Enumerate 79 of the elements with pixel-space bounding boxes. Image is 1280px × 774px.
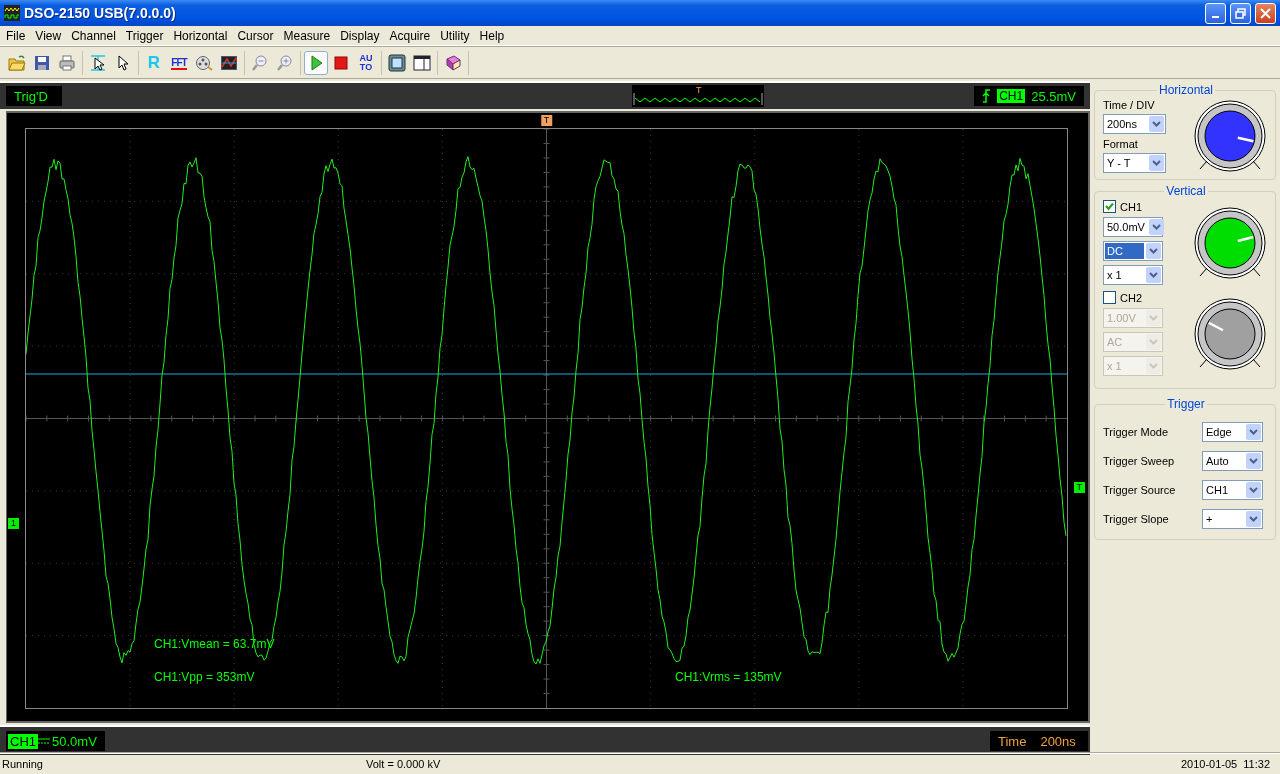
menu-item[interactable]: View	[30, 28, 67, 43]
floppy-icon	[33, 54, 51, 72]
dropdown-field[interactable]: x 1	[1103, 265, 1163, 285]
minimize-button[interactable]	[1205, 2, 1226, 24]
rising-edge-icon	[982, 88, 992, 104]
channel-tag: CH1	[997, 89, 1026, 103]
group-title: Vertical	[1165, 184, 1207, 198]
field-label: Trigger Source	[1103, 483, 1176, 496]
cursor-icon	[89, 54, 107, 72]
film-reel-icon	[195, 54, 213, 72]
menu-item[interactable]: Horizontal	[168, 28, 233, 43]
volts-per-div: 50.0mV	[52, 733, 97, 749]
dropdown-field[interactable]: 50.0mV	[1103, 217, 1163, 237]
field-label: Time / DIV	[1103, 99, 1156, 111]
letter-icon: R	[147, 53, 161, 73]
checkmark-icon	[1105, 202, 1114, 211]
app-icon	[4, 5, 20, 21]
position-marker[interactable]: T	[1073, 482, 1085, 493]
stop-icon	[332, 54, 350, 72]
menu-item[interactable]: Channel	[66, 28, 121, 43]
trigger-level: 25.5mV	[1031, 88, 1076, 104]
book-icon	[444, 54, 462, 72]
folder-icon	[8, 54, 26, 72]
chart-icon	[220, 54, 238, 72]
menu-item[interactable]: File	[1, 28, 31, 43]
dropdown-field[interactable]: DC	[1103, 241, 1163, 261]
knob[interactable]	[1193, 205, 1269, 280]
group-title: Horizontal	[1158, 83, 1214, 97]
close-icon	[1260, 7, 1271, 19]
position-marker[interactable]: T	[540, 115, 553, 126]
status-text: 2010-01-05 11:32	[1180, 758, 1271, 770]
printer-icon	[58, 54, 76, 72]
position-marker[interactable]: 1	[8, 518, 19, 529]
field-label: Trigger Slope	[1103, 512, 1169, 525]
window-title: DSO-2150 USB(7.0.0.0)	[24, 5, 177, 21]
channel-label: CH2	[1120, 291, 1142, 304]
trigger-status: Trig'D	[6, 86, 62, 106]
dropdown-field[interactable]: +	[1202, 508, 1263, 529]
group-title: Trigger	[1166, 397, 1206, 411]
time-label: Time	[998, 733, 1027, 749]
dc-coupling-icon	[38, 737, 50, 745]
time-per-div: 200ns	[1040, 733, 1076, 749]
status-text: Volt = 0.000 kV	[366, 758, 442, 770]
preview-trigger-marker: T	[696, 85, 702, 95]
knob[interactable]	[1193, 296, 1269, 371]
channel-checkbox[interactable]	[1103, 291, 1116, 304]
menu-item[interactable]: Cursor	[232, 28, 279, 43]
zoom-in-icon	[276, 54, 294, 72]
restore-button[interactable]	[1230, 2, 1251, 24]
channel-label: CH1	[1120, 200, 1142, 213]
zoom-out-icon	[251, 54, 269, 72]
restore-icon	[1235, 7, 1246, 19]
close-button[interactable]	[1255, 2, 1276, 24]
status-text: Running	[2, 758, 44, 770]
dropdown-field[interactable]: CH1	[1202, 479, 1263, 500]
measurement-readout: CH1:Vpp = 353mV	[154, 670, 255, 684]
auto-icon: AU TO	[359, 54, 373, 72]
menu-item[interactable]: Display	[335, 28, 385, 43]
minimize-icon	[1212, 16, 1219, 18]
toolbar-button[interactable]: FFT	[167, 51, 191, 75]
menu-item[interactable]: Utility	[435, 28, 475, 43]
measurement-readout: CH1:Vrms = 135mV	[675, 670, 782, 684]
toolbar-button[interactable]: AU TO	[354, 51, 378, 75]
menu-item[interactable]: Measure	[278, 28, 336, 43]
menu-item[interactable]: Trigger	[120, 28, 169, 43]
channel-tag: CH1	[8, 733, 38, 749]
channel-checkbox[interactable]	[1103, 200, 1116, 213]
field-label: Format	[1103, 138, 1139, 150]
dropdown-field[interactable]: 200ns	[1103, 114, 1166, 134]
field-label: Trigger Sweep	[1103, 454, 1175, 467]
field-label: Trigger Mode	[1103, 425, 1168, 438]
dropdown-field[interactable]: Y - T	[1103, 153, 1166, 173]
fit-screen-icon	[388, 54, 406, 72]
menu-item[interactable]: Help	[474, 28, 510, 43]
window-panel-icon	[413, 54, 431, 72]
dropdown-field[interactable]: Auto	[1202, 450, 1263, 471]
menu-item[interactable]: Acquire	[384, 28, 436, 43]
dropdown-field[interactable]: Edge	[1202, 421, 1263, 442]
knob[interactable]	[1193, 99, 1269, 173]
